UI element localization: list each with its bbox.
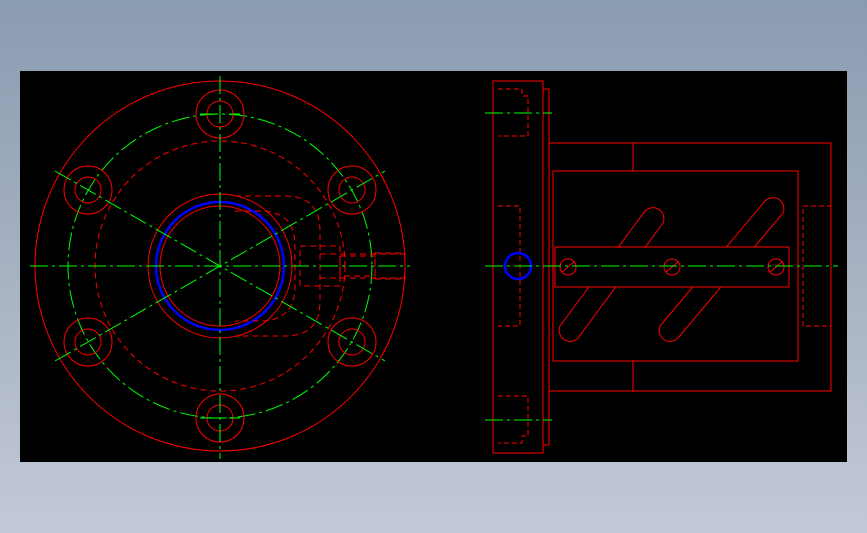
- side-flange: [492, 80, 550, 454]
- front-centerlines: [30, 76, 410, 459]
- cad-drawing: [30, 76, 838, 459]
- side-view: [485, 80, 838, 454]
- front-view: [30, 76, 410, 459]
- side-centerlines: [485, 112, 838, 421]
- cad-viewport[interactable]: [20, 71, 847, 462]
